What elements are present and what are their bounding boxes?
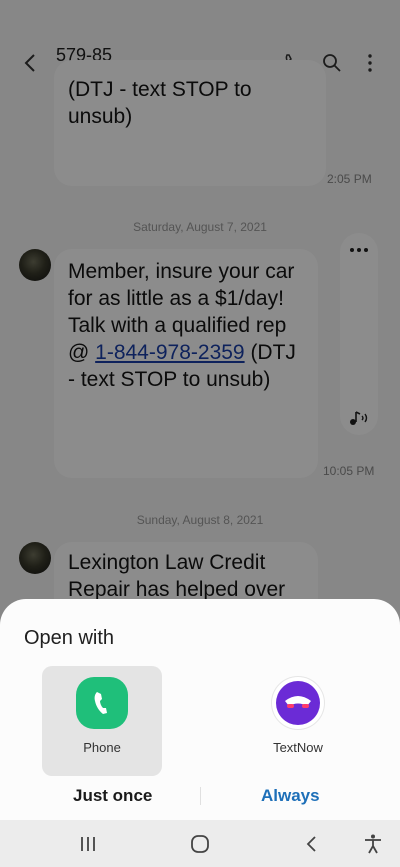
textnow-app-icon <box>272 677 324 729</box>
navigation-bar <box>0 820 400 867</box>
app-label: TextNow <box>273 740 323 755</box>
always-button[interactable]: Always <box>261 786 320 806</box>
button-divider <box>200 787 201 805</box>
app-option-phone[interactable]: Phone <box>42 666 162 776</box>
phone-app-icon <box>76 677 128 729</box>
accessibility-icon[interactable] <box>362 833 384 855</box>
back-icon[interactable] <box>301 833 323 855</box>
just-once-button[interactable]: Just once <box>73 786 152 806</box>
sheet-title: Open with <box>24 627 115 649</box>
app-label: Phone <box>83 740 121 755</box>
recent-apps-icon[interactable] <box>77 833 99 855</box>
app-option-textnow[interactable]: TextNow <box>238 666 358 776</box>
home-icon[interactable] <box>189 833 211 855</box>
